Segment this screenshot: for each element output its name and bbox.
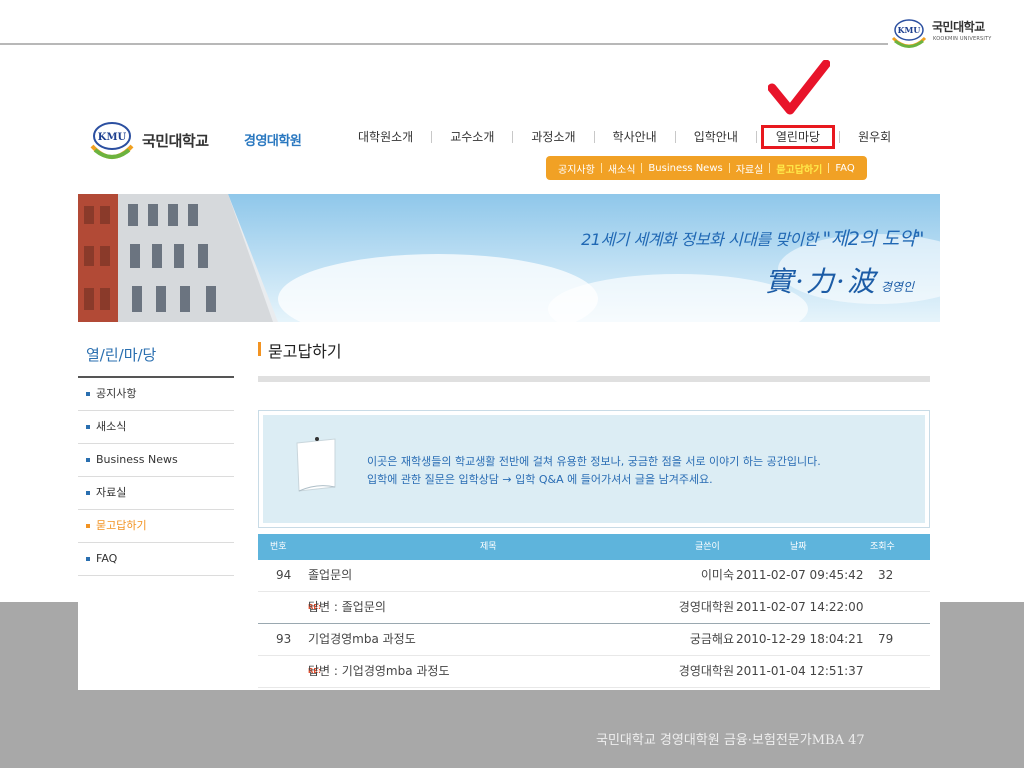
svg-text:KMU: KMU xyxy=(898,25,921,35)
gnb-item-faculty[interactable]: 교수소개 xyxy=(432,128,512,146)
col-header-date: 날짜 xyxy=(790,542,807,552)
banner-who: 경영인 xyxy=(880,280,914,294)
cell-no: 94 xyxy=(276,568,292,582)
subnav-item-notice[interactable]: 공지사항 xyxy=(552,161,601,176)
table-row[interactable]: 93 기업경영mba 과정도 궁금해요 2010-12-29 18:04:21 … xyxy=(258,624,930,656)
building-illustration xyxy=(78,194,278,322)
intro-notice-line: 이곳은 재학생들의 학교생활 전반에 걸쳐 유용한 정보나, 궁금한 점을 서로… xyxy=(367,455,821,468)
slide-top-rule xyxy=(0,43,888,45)
website-screenshot: KMU 국민대학교 경영대학원 대학원소개 교수소개 과정소개 학사안내 입학안… xyxy=(78,60,940,690)
corner-university-name: 국민대학교 xyxy=(932,20,985,34)
col-header-no: 번호 xyxy=(270,542,287,552)
checkmark-icon xyxy=(768,60,830,115)
slide-footer: 국민대학교 경영대학원 금융·보험전문가MBA 47 xyxy=(596,733,865,748)
qna-board-table: 번호 제목 글쓴이 날짜 조회수 94 졸업문의 이미숙 2011-02-07 … xyxy=(258,534,930,688)
sidebar-item-qna[interactable]: 묻고답하기 xyxy=(78,510,234,543)
title-accent-bar xyxy=(258,342,261,356)
cell-title-link[interactable]: 졸업문의 xyxy=(308,560,352,591)
sidebar-item-news[interactable]: 새소식 xyxy=(78,411,234,444)
subnav-item-news[interactable]: 새소식 xyxy=(602,161,642,176)
intro-notice-line: 입학에 관한 질문은 입학상담 → 입학 Q&A 에 들어가셔서 글을 남겨주세… xyxy=(367,473,713,486)
table-header: 번호 제목 글쓴이 날짜 조회수 xyxy=(258,534,930,560)
site-logo[interactable]: KMU 국민대학교 경영대학원 xyxy=(88,118,318,162)
side-nav-title: 열/린/마/당 xyxy=(78,344,234,378)
sidebar-item-archive[interactable]: 자료실 xyxy=(78,477,234,510)
table-row[interactable]: RE: 답변 : 기업경영mba 과정도 경영대학원 2011-01-04 12:… xyxy=(258,656,930,688)
sidebar-item-notice[interactable]: 공지사항 xyxy=(78,378,234,411)
page-title-text: 묻고답하기 xyxy=(268,342,342,361)
memo-paper-icon xyxy=(296,437,336,492)
corner-university-logo: KMU 국민대학교 KOOKMIN UNIVERSITY xyxy=(890,12,1020,52)
subnav-item-archive[interactable]: 자료실 xyxy=(730,161,770,176)
cell-date: 2011-02-07 09:45:42 xyxy=(736,568,864,582)
col-header-writer: 글쓴이 xyxy=(695,542,720,552)
banner-hanja: 實·力·波 xyxy=(765,265,877,298)
subnav-item-qna[interactable]: 묻고답하기 xyxy=(770,161,828,176)
cell-date: 2011-01-04 12:51:37 xyxy=(736,664,864,678)
gnb-item-open-forum[interactable]: 열린마당 xyxy=(760,125,836,149)
gnb-separator xyxy=(755,131,757,143)
gnb-item-courses[interactable]: 과정소개 xyxy=(513,128,593,146)
table-row[interactable]: 94 졸업문의 이미숙 2011-02-07 09:45:42 32 xyxy=(258,560,930,592)
cell-views: 79 xyxy=(878,632,894,646)
banner-slogan-text: 21세기 세계화 정보화 시대를 맞이한 xyxy=(581,230,823,249)
side-nav: 열/린/마/당 공지사항 새소식 Business News 자료실 묻고답하기… xyxy=(78,344,234,576)
banner-motto: 實·力·波 경영인 xyxy=(765,260,914,300)
main-content: 묻고답하기 이곳은 재학생들의 학교생활 전반에 걸쳐 유용한 정보나, 궁금한… xyxy=(258,336,930,688)
sidebar-item-business-news[interactable]: Business News xyxy=(78,444,234,477)
logo-university-name: 국민대학교 xyxy=(142,132,209,150)
table-row[interactable]: RE: 답변 : 졸업문의 경영대학원 2011-02-07 14:22:00 xyxy=(258,592,930,624)
banner-slogan: 21세기 세계화 정보화 시대를 맞이한 "제2의 도약" xyxy=(581,224,924,251)
page-title: 묻고답하기 xyxy=(258,336,930,368)
sidebar-item-faq[interactable]: FAQ xyxy=(78,543,234,576)
hero-banner: 21세기 세계화 정보화 시대를 맞이한 "제2의 도약" 實·力·波 경영인 xyxy=(78,194,940,322)
kmu-logo-icon: KMU xyxy=(90,122,134,159)
cell-writer: 이미숙 xyxy=(700,568,734,582)
logo-school-name: 경영대학원 xyxy=(244,134,302,149)
cell-title-link[interactable]: 기업경영mba 과정도 xyxy=(308,624,416,655)
gnb-item-academics[interactable]: 학사안내 xyxy=(595,128,675,146)
gnb-item-admission[interactable]: 입학안내 xyxy=(676,128,756,146)
col-header-title: 제목 xyxy=(480,542,497,552)
cell-date: 2011-02-07 14:22:00 xyxy=(736,600,864,614)
title-divider xyxy=(258,376,930,382)
col-header-views: 조회수 xyxy=(870,542,895,552)
gnb-item-graduate-intro[interactable]: 대학원소개 xyxy=(340,128,431,146)
cell-views: 32 xyxy=(878,568,894,582)
banner-slogan-quote: "제2의 도약" xyxy=(822,228,924,250)
cell-writer: 경영대학원 xyxy=(678,664,734,678)
global-nav: 대학원소개 교수소개 과정소개 학사안내 입학안내 열린마당 원우회 xyxy=(340,125,909,149)
gnb-item-alumni[interactable]: 원우회 xyxy=(840,128,909,146)
cell-title-text: 답변 : 기업경영mba 과정도 xyxy=(308,664,450,678)
cell-writer: 경영대학원 xyxy=(678,600,734,614)
subnav-item-faq[interactable]: FAQ xyxy=(829,163,860,174)
cell-writer: 궁금해요 xyxy=(689,632,734,646)
intro-notice-text: 이곳은 재학생들의 학교생활 전반에 걸쳐 유용한 정보나, 궁금한 점을 서로… xyxy=(367,453,821,489)
intro-notice-inner: 이곳은 재학생들의 학교생활 전반에 걸쳐 유용한 정보나, 궁금한 점을 서로… xyxy=(263,415,925,523)
kmu-emblem-icon: KMU xyxy=(891,19,927,48)
sub-nav: 공지사항 새소식 Business News 자료실 묻고답하기 FAQ xyxy=(546,156,867,180)
cell-title-text: 답변 : 졸업문의 xyxy=(308,600,386,614)
intro-notice-box: 이곳은 재학생들의 학교생활 전반에 걸쳐 유용한 정보나, 궁금한 점을 서로… xyxy=(258,410,930,528)
corner-university-sub: KOOKMIN UNIVERSITY xyxy=(933,36,992,42)
cell-no: 93 xyxy=(276,632,292,646)
subnav-item-business-news[interactable]: Business News xyxy=(642,163,728,174)
cell-date: 2010-12-29 18:04:21 xyxy=(736,632,864,646)
svg-text:KMU: KMU xyxy=(98,132,127,143)
